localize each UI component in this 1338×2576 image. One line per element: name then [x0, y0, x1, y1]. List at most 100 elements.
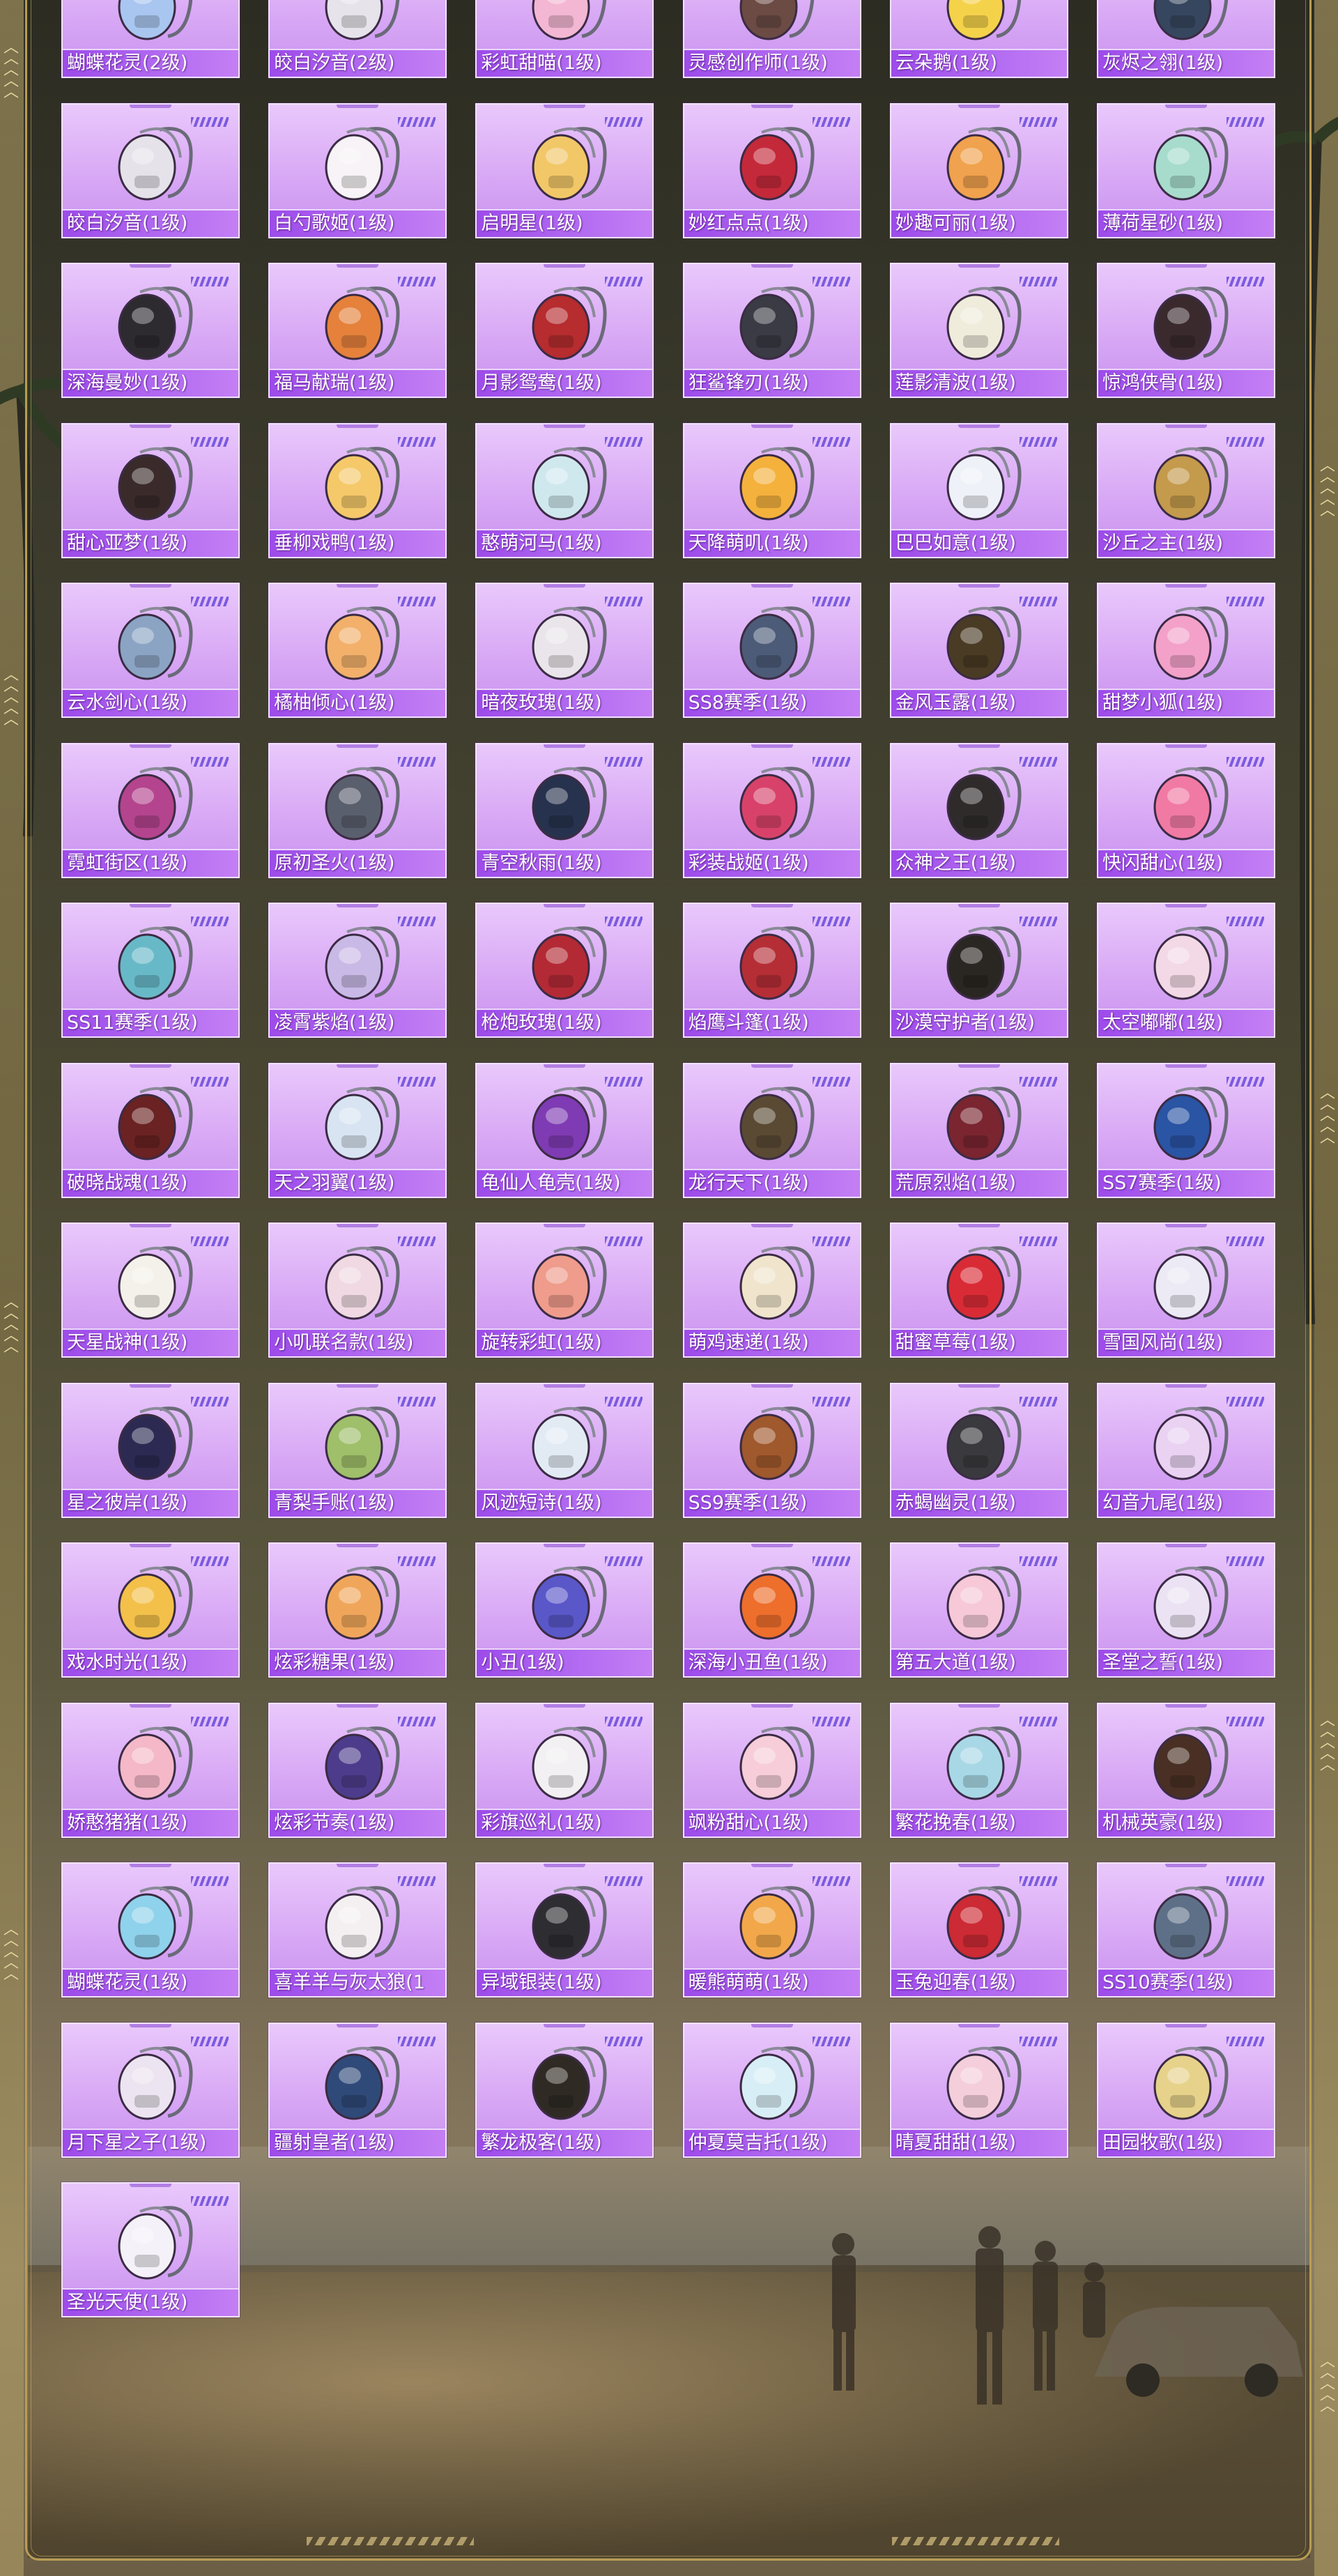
item-card[interactable]: 第五大道(1级) [889, 1542, 1068, 1678]
item-card[interactable]: 天降萌叽(1级) [682, 422, 861, 558]
item-card[interactable]: 繁龙极客(1级) [475, 2022, 654, 2158]
item-card[interactable]: 飒粉甜心(1级) [682, 1702, 861, 1838]
item-card[interactable]: 云水剑心(1级) [61, 583, 240, 718]
item-card[interactable]: 妙红点点(1级) [682, 102, 861, 238]
item-card[interactable]: 小叽联名款(1级) [268, 1222, 447, 1358]
item-card[interactable]: 惊鸿侠骨(1级) [1096, 263, 1275, 398]
item-card[interactable]: 凌霄紫焰(1级) [268, 903, 447, 1038]
item-card[interactable]: 妙趣可丽(1级) [889, 102, 1068, 238]
item-card[interactable]: 甜梦小狐(1级) [1096, 583, 1275, 718]
item-card[interactable]: 沙漠守护者(1级) [889, 903, 1068, 1038]
item-card[interactable]: 沙丘之主(1级) [1096, 422, 1275, 558]
item-card[interactable]: 蝴蝶花灵(2级) [61, 0, 240, 78]
item-card[interactable]: 暖熊萌萌(1级) [682, 1862, 861, 1998]
item-card[interactable]: 憨萌河马(1级) [475, 422, 654, 558]
item-card[interactable]: 圣光天使(1级) [61, 2182, 240, 2317]
card-top-accent [544, 1864, 586, 1867]
item-card[interactable]: 天之羽翼(1级) [268, 1062, 447, 1198]
item-card[interactable]: SS11赛季(1级) [61, 903, 240, 1038]
item-card[interactable]: 机械英豪(1级) [1096, 1702, 1275, 1838]
item-card[interactable]: 焰鹰斗篷(1级) [682, 903, 861, 1038]
item-card[interactable]: 皎白汐音(1级) [61, 102, 240, 238]
item-card[interactable]: 幻音九尾(1级) [1096, 1382, 1275, 1518]
item-card[interactable]: 皎白汐音(2级) [268, 0, 447, 78]
item-art-icon [325, 286, 400, 360]
item-card[interactable]: 仲夏莫吉托(1级) [682, 2022, 861, 2158]
item-card[interactable]: 青梨手账(1级) [268, 1382, 447, 1518]
item-card[interactable]: 快闪甜心(1级) [1096, 742, 1275, 878]
item-card[interactable]: 炫彩糖果(1级) [268, 1542, 447, 1678]
item-card[interactable]: 深海曼妙(1级) [61, 263, 240, 398]
item-card[interactable]: 福马献瑞(1级) [268, 263, 447, 398]
item-card[interactable]: 雪国风尚(1级) [1096, 1222, 1275, 1358]
item-card[interactable]: 橘柚倾心(1级) [268, 583, 447, 718]
item-card[interactable]: 月下星之子(1级) [61, 2022, 240, 2158]
item-card[interactable]: 龟仙人龟壳(1级) [475, 1062, 654, 1198]
item-name-label: 玉兔迎春(1级) [891, 1970, 1067, 1996]
item-card[interactable]: 荒原烈焰(1级) [889, 1062, 1068, 1198]
item-art-icon [946, 1566, 1022, 1640]
card-top-accent [751, 104, 793, 108]
item-card[interactable]: 狂鲨锋刃(1级) [682, 263, 861, 398]
item-card[interactable]: 晴夏甜甜(1级) [889, 2022, 1068, 2158]
item-card[interactable]: 赤蝎幽灵(1级) [889, 1382, 1068, 1518]
item-art-icon [118, 1246, 193, 1320]
item-card[interactable]: 娇憨猪猪(1级) [61, 1702, 240, 1838]
item-card[interactable]: 金风玉露(1级) [889, 583, 1068, 718]
card-top-accent [130, 584, 171, 588]
item-card[interactable]: 原初圣火(1级) [268, 742, 447, 878]
item-card[interactable]: 天星战神(1级) [61, 1222, 240, 1358]
item-card[interactable]: 青空秋雨(1级) [475, 742, 654, 878]
item-card[interactable]: 薄荷星砂(1级) [1096, 102, 1275, 238]
item-card[interactable]: 戏水时光(1级) [61, 1542, 240, 1678]
item-card[interactable]: 圣堂之誓(1级) [1096, 1542, 1275, 1678]
item-card[interactable]: SS8赛季(1级) [682, 583, 861, 718]
item-card[interactable]: 萌鸡速递(1级) [682, 1222, 861, 1358]
item-card[interactable]: 玉兔迎春(1级) [889, 1862, 1068, 1998]
item-card[interactable]: SS9赛季(1级) [682, 1382, 861, 1518]
item-card[interactable]: 暗夜玫瑰(1级) [475, 583, 654, 718]
item-card[interactable]: 巴巴如意(1级) [889, 422, 1068, 558]
item-card[interactable]: 田园牧歌(1级) [1096, 2022, 1275, 2158]
item-card[interactable]: 旋转彩虹(1级) [475, 1222, 654, 1358]
item-art-icon [739, 1886, 815, 1960]
item-card[interactable]: 云朵鹅(1级) [889, 0, 1068, 78]
item-card[interactable]: 彩虹甜喵(1级) [475, 0, 654, 78]
item-card[interactable]: 霓虹街区(1级) [61, 742, 240, 878]
item-card[interactable]: 众神之王(1级) [889, 742, 1068, 878]
item-art-icon [118, 766, 193, 840]
item-name-label: SS9赛季(1级) [684, 1489, 860, 1517]
item-card[interactable]: 甜心亚梦(1级) [61, 422, 240, 558]
item-art-icon [532, 1726, 607, 1800]
item-card[interactable]: 喜羊羊与灰太狼(1 [268, 1862, 447, 1998]
item-card[interactable]: SS10赛季(1级) [1096, 1862, 1275, 1998]
item-card[interactable]: SS7赛季(1级) [1096, 1062, 1275, 1198]
item-art-icon [118, 1566, 193, 1640]
item-card[interactable]: 疆射皇者(1级) [268, 2022, 447, 2158]
item-card[interactable]: 异域银装(1级) [475, 1862, 654, 1998]
item-card[interactable]: 炫彩节奏(1级) [268, 1702, 447, 1838]
item-card[interactable]: 灵感创作师(1级) [682, 0, 861, 78]
item-name-label: 启明星(1级) [477, 210, 653, 237]
item-card[interactable]: 蝴蝶花灵(1级) [61, 1862, 240, 1998]
item-card[interactable]: 太空嘟嘟(1级) [1096, 903, 1275, 1038]
item-card[interactable]: 枪炮玫瑰(1级) [475, 903, 654, 1038]
item-card[interactable]: 小丑(1级) [475, 1542, 654, 1678]
item-card[interactable]: 甜蜜草莓(1级) [889, 1222, 1068, 1358]
item-card[interactable]: 破晓战魂(1级) [61, 1062, 240, 1198]
item-card[interactable]: 白勺歌姬(1级) [268, 102, 447, 238]
item-art-icon [325, 1086, 400, 1160]
item-card[interactable]: 繁花挽春(1级) [889, 1702, 1068, 1838]
item-name-label: 灰烬之翎(1级) [1098, 50, 1274, 77]
item-card[interactable]: 垂柳戏鸭(1级) [268, 422, 447, 558]
item-card[interactable]: 深海小丑鱼(1级) [682, 1542, 861, 1678]
item-card[interactable]: 彩装战姬(1级) [682, 742, 861, 878]
item-card[interactable]: 莲影清波(1级) [889, 263, 1068, 398]
item-card[interactable]: 龙行天下(1级) [682, 1062, 861, 1198]
item-card[interactable]: 启明星(1级) [475, 102, 654, 238]
item-card[interactable]: 风迹短诗(1级) [475, 1382, 654, 1518]
item-card[interactable]: 星之彼岸(1级) [61, 1382, 240, 1518]
item-card[interactable]: 彩旗巡礼(1级) [475, 1702, 654, 1838]
item-card[interactable]: 月影鸳鸯(1级) [475, 263, 654, 398]
item-card[interactable]: 灰烬之翎(1级) [1096, 0, 1275, 78]
